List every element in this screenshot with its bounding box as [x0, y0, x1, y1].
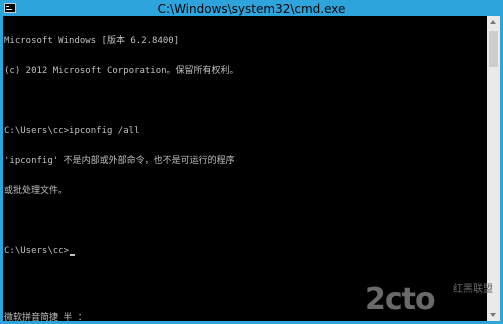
console-prompt-line: C:\Users\cc>: [4, 246, 239, 256]
console-text-area: Microsoft Windows [版本 6.2.8400] (c) 2012…: [4, 16, 239, 276]
scroll-up-arrow-icon[interactable]: [487, 16, 500, 29]
watermark-logo: 2cto 红黑联盟: [365, 282, 500, 322]
cmd-window: C:\Windows\system32\cmd.exe Microsoft Wi…: [0, 0, 503, 324]
vertical-scrollbar[interactable]: [487, 16, 500, 321]
text-cursor: [70, 254, 76, 256]
console-line: (c) 2012 Microsoft Corporation。保留所有权利。: [4, 66, 239, 76]
watermark-logo-subtext: 红黑联盟: [453, 284, 493, 295]
console-line: 或批处理文件。: [4, 186, 68, 196]
console-line: C:\Users\cc>ipconfig /all: [4, 126, 140, 136]
scroll-thumb[interactable]: [489, 31, 498, 67]
watermark-logo-text: 2cto: [365, 282, 436, 317]
console-prompt: C:\Users\cc>: [4, 246, 70, 256]
console-output[interactable]: Microsoft Windows [版本 6.2.8400] (c) 2012…: [3, 16, 487, 321]
window-title: C:\Windows\system32\cmd.exe: [157, 2, 346, 16]
console-line: 'ipconfig' 不是内部或外部命令，也不是可运行的程序: [4, 156, 235, 166]
ime-status-bar: 微软拼音简捷 半 ：: [4, 313, 87, 321]
console-line: Microsoft Windows [版本 6.2.8400]: [4, 36, 180, 46]
